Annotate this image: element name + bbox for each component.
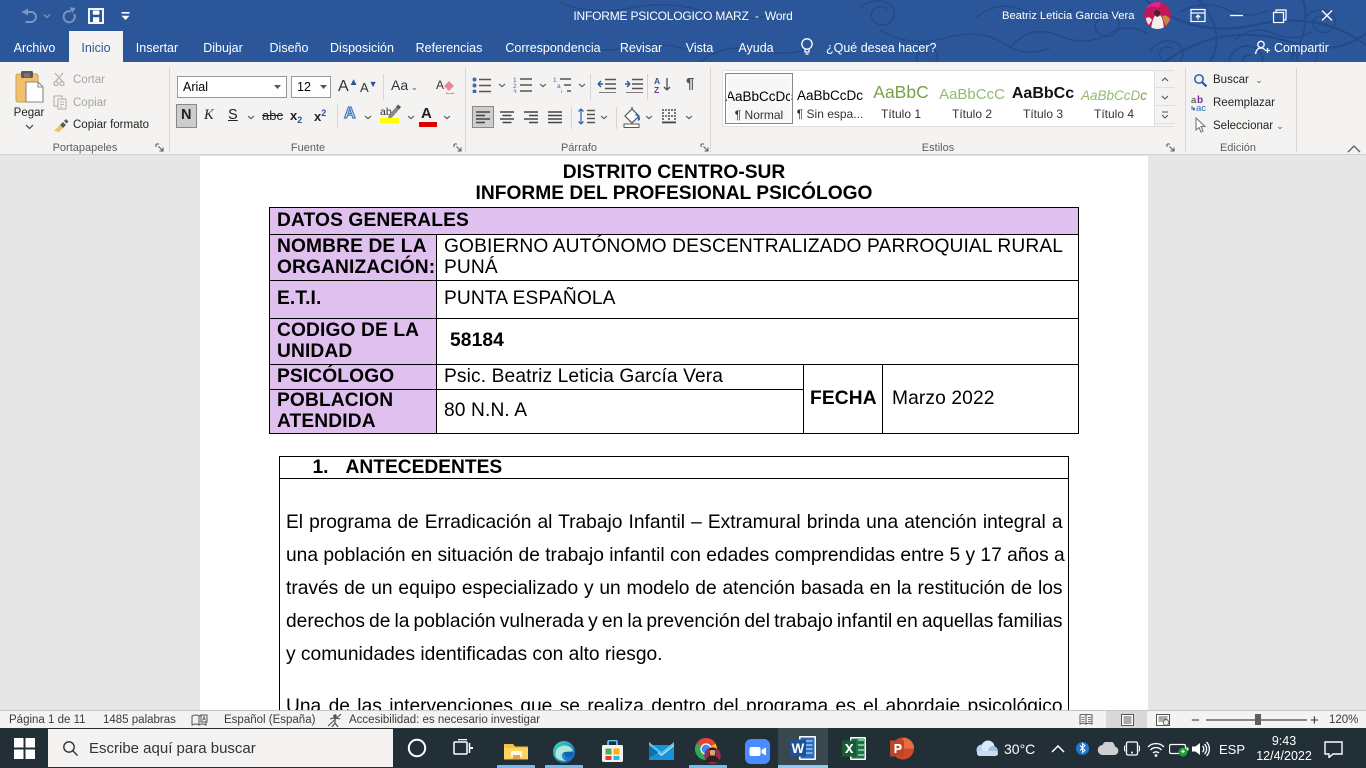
svg-text:W: W [792, 741, 805, 756]
svg-text:ac: ac [1196, 103, 1206, 112]
svg-text:3: 3 [513, 89, 517, 93]
svg-text:i: i [561, 89, 562, 93]
svg-text:A: A [436, 78, 444, 92]
svg-text:Z: Z [654, 85, 659, 94]
